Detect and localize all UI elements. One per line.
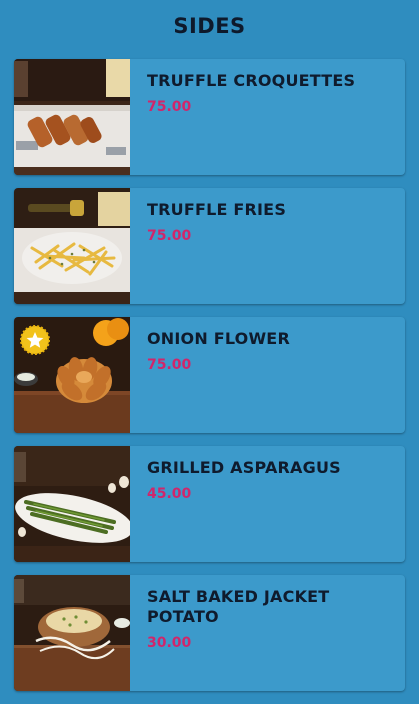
item-price: 75.00 xyxy=(147,357,192,373)
menu-list: TRUFFLE CROQUETTES 75.00 TRUFFLE FRIES 7… xyxy=(14,59,405,704)
item-name: GRILLED ASPARAGUS xyxy=(147,458,341,477)
menu-item-card[interactable]: ONION FLOWER 75.00 xyxy=(14,317,405,433)
item-name: SALT BAKED JACKET POTATO xyxy=(147,587,330,626)
item-name: TRUFFLE CROQUETTES xyxy=(147,71,356,90)
item-price: 75.00 xyxy=(147,228,192,244)
croquettes-photo xyxy=(14,59,130,175)
menu-item-card[interactable]: TRUFFLE CROQUETTES 75.00 xyxy=(14,59,405,175)
menu-item-card[interactable]: SALT BAKED JACKET POTATO 30.00 xyxy=(14,575,405,691)
onion-flower-photo xyxy=(14,317,130,433)
fries-photo xyxy=(14,188,130,304)
page-title: SIDES xyxy=(173,14,246,38)
asparagus-photo xyxy=(14,446,130,562)
jacket-potato-photo xyxy=(14,575,130,691)
item-price: 45.00 xyxy=(147,486,192,502)
item-name: ONION FLOWER xyxy=(147,329,290,348)
item-price: 75.00 xyxy=(147,99,192,115)
star-badge-icon xyxy=(20,325,50,355)
item-name: TRUFFLE FRIES xyxy=(147,200,287,219)
item-price: 30.00 xyxy=(147,635,192,651)
menu-item-card[interactable]: GRILLED ASPARAGUS 45.00 xyxy=(14,446,405,562)
menu-item-card[interactable]: TRUFFLE FRIES 75.00 xyxy=(14,188,405,304)
